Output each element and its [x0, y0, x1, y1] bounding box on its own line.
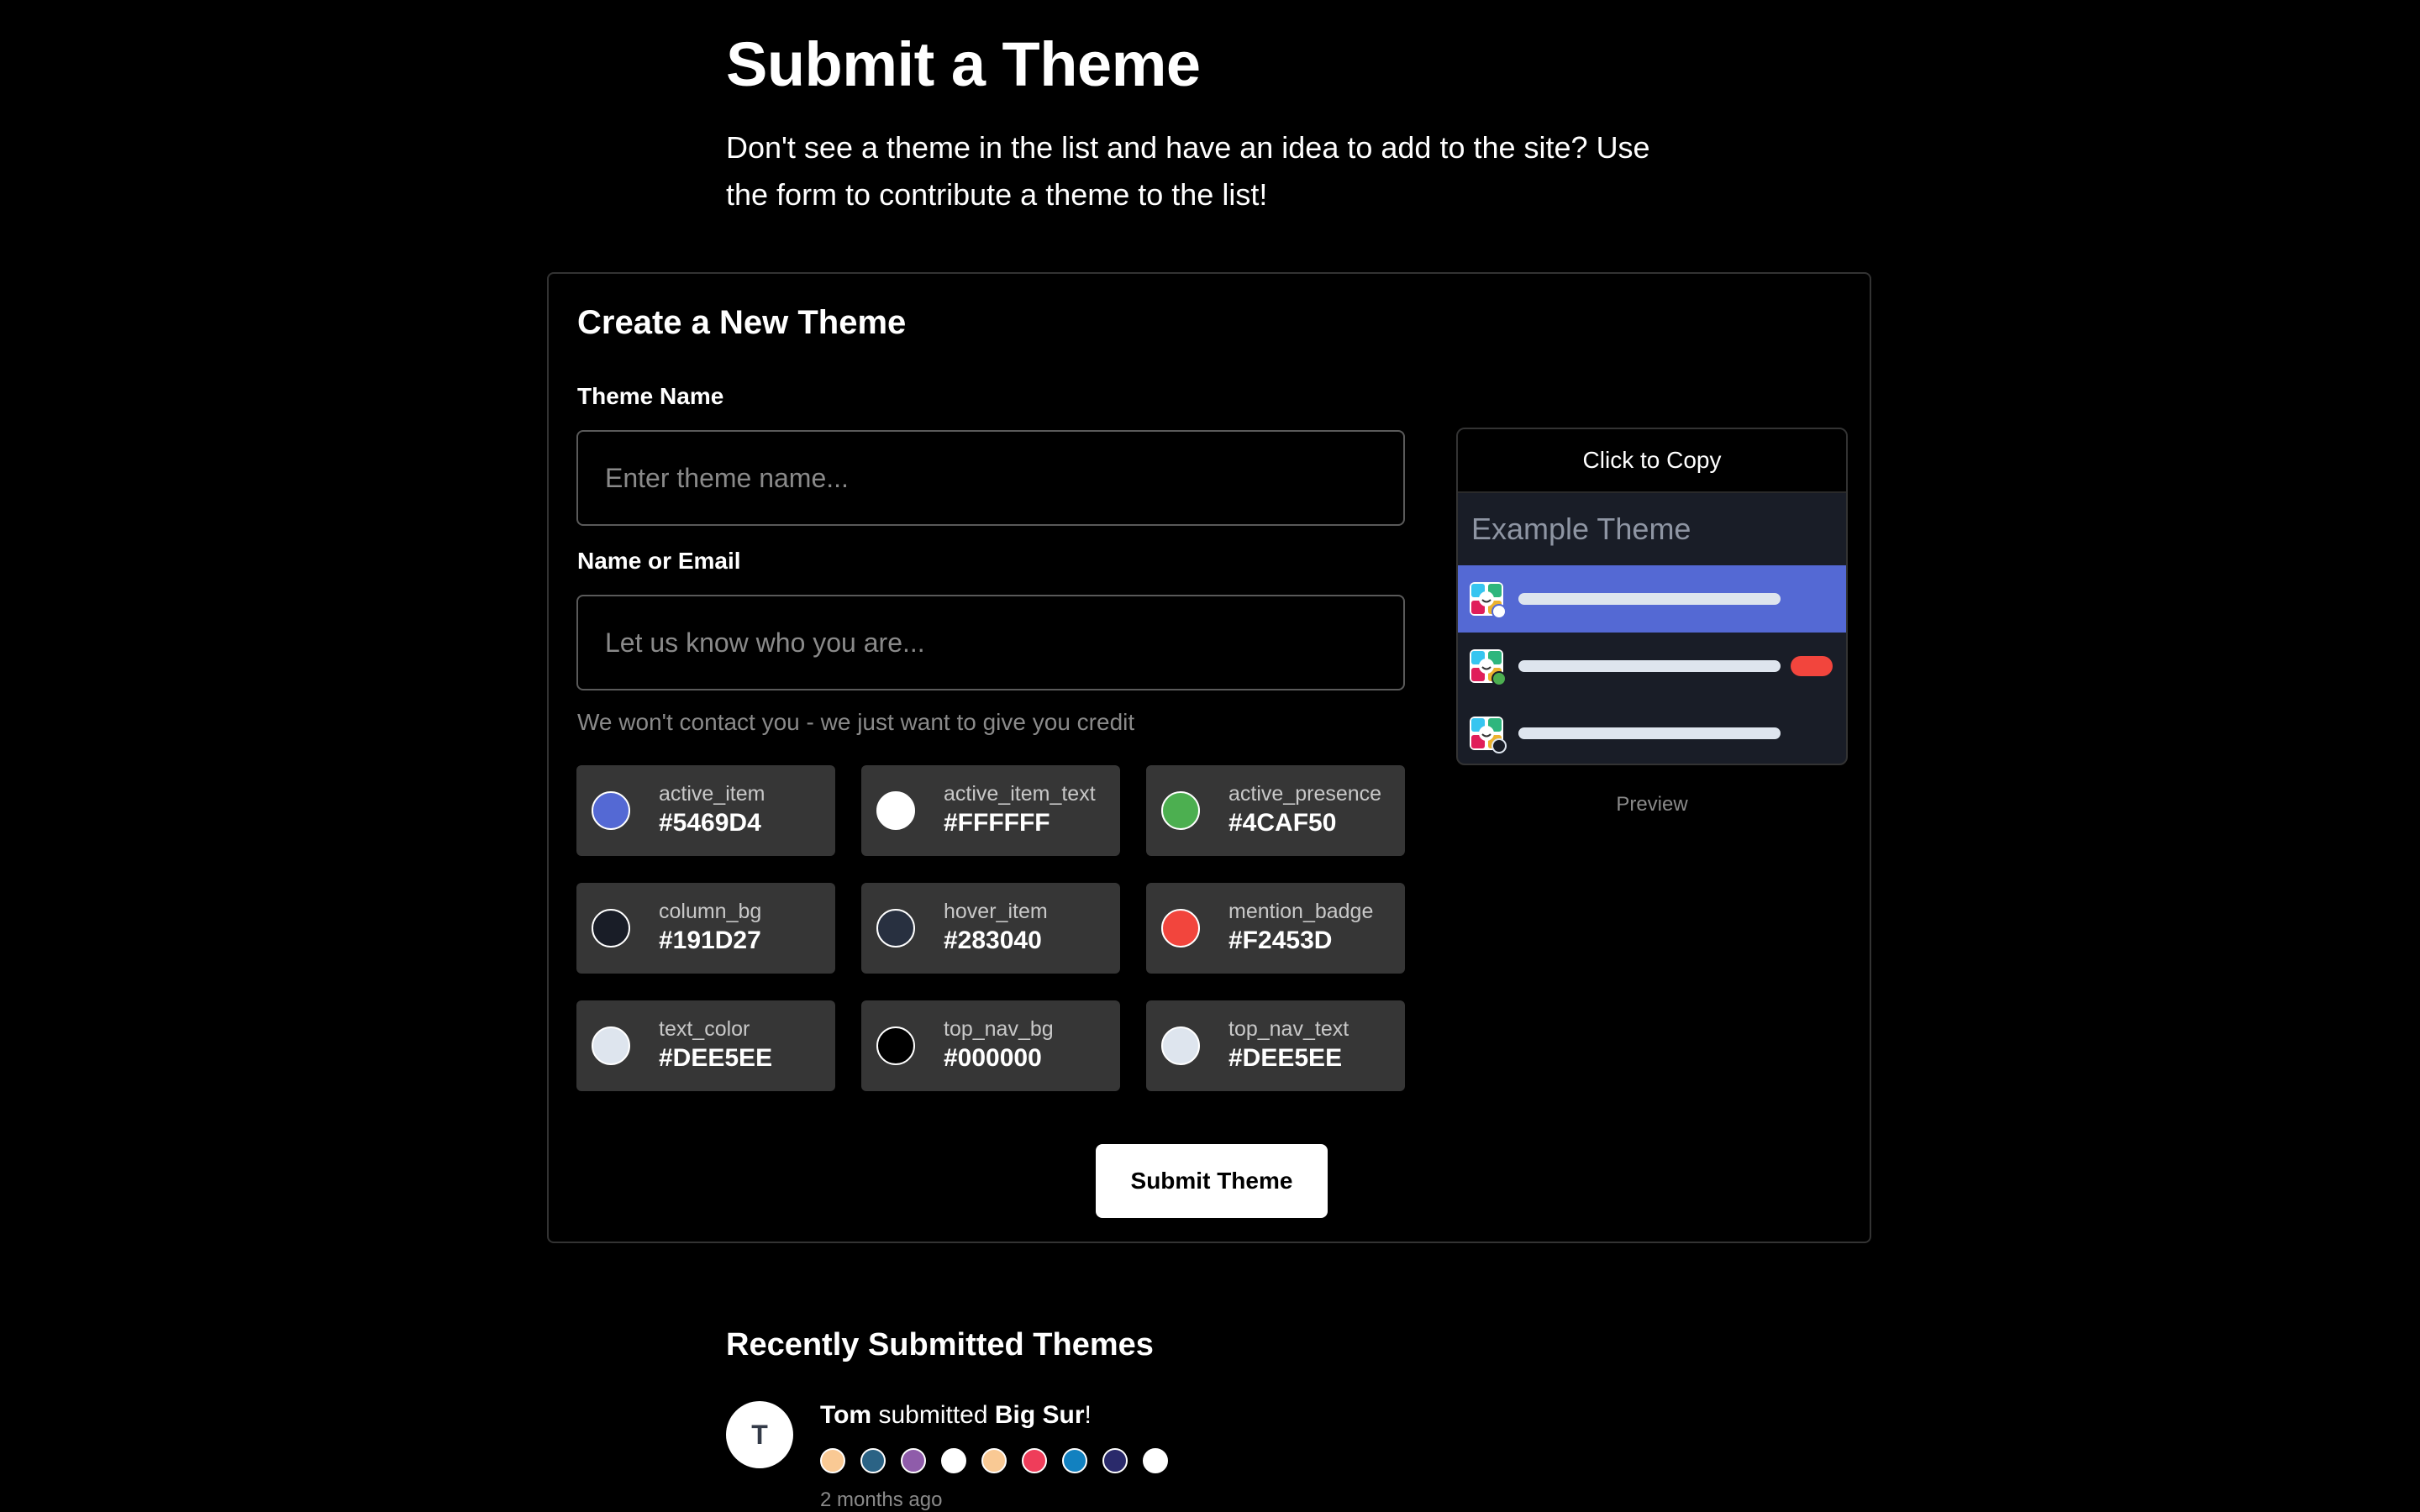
theme-name-input[interactable]: [576, 430, 1405, 526]
color-hex: #FFFFFF: [944, 809, 1050, 837]
theme-color-dot: [860, 1448, 886, 1473]
color-name: active_item: [659, 782, 765, 806]
color-picker-dot[interactable]: [876, 1026, 915, 1065]
submitted-time: 2 months ago: [820, 1488, 943, 1511]
preview-row-inactive: [1458, 700, 1846, 764]
slack-avatar-icon: [1470, 717, 1507, 753]
author-input[interactable]: [576, 595, 1405, 690]
color-name: column_bg: [659, 900, 762, 923]
color-hex: #191D27: [659, 927, 761, 954]
preview-theme-name: Example Theme: [1471, 512, 1691, 546]
color-swatch-column-bg[interactable]: column_bg #191D27: [576, 883, 835, 974]
active-presence-indicator: [1491, 671, 1507, 686]
preview-caption: Preview: [1616, 793, 1688, 816]
submitted-verb: submitted: [878, 1401, 988, 1429]
color-hex: #283040: [944, 927, 1042, 954]
color-swatch-hover-item[interactable]: hover_item #283040: [861, 883, 1120, 974]
preview-item-text-bar: [1518, 727, 1781, 739]
color-name: top_nav_text: [1228, 1017, 1349, 1041]
card-title: Create a New Theme: [577, 304, 907, 341]
create-theme-card: Create a New Theme Theme Name Name or Em…: [547, 272, 1871, 1243]
recent-themes-title: Recently Submitted Themes: [726, 1327, 1154, 1362]
theme-name-label: Theme Name: [577, 383, 724, 409]
color-swatches: active_item #5469D4 active_item_text #FFFFF…: [576, 765, 1405, 1091]
color-name: active_item_text: [944, 782, 1096, 806]
color-swatch-active-item-text[interactable]: active_item_text #FFFFFF: [861, 765, 1120, 856]
preview-row-active: [1458, 565, 1846, 633]
theme-color-dot: [1062, 1448, 1087, 1473]
recent-theme-colors: [820, 1448, 1168, 1473]
page-title: Submit a Theme: [726, 29, 1201, 99]
presence-indicator: [1491, 604, 1507, 619]
exclamation: !: [1084, 1401, 1092, 1429]
color-picker-dot[interactable]: [592, 1026, 630, 1065]
submitted-theme-name: Big Sur: [994, 1401, 1085, 1429]
color-name: mention_badge: [1228, 900, 1374, 923]
preview-item-text-bar: [1518, 660, 1781, 672]
author-label: Name or Email: [577, 548, 741, 574]
color-picker-dot[interactable]: [592, 791, 630, 830]
submit-theme-button[interactable]: Submit Theme: [1096, 1144, 1328, 1218]
color-swatch-text-color[interactable]: text_color #DEE5EE: [576, 1000, 835, 1091]
color-picker-dot[interactable]: [876, 909, 915, 948]
theme-preview[interactable]: Click to Copy Example Theme: [1456, 428, 1848, 765]
color-name: active_presence: [1228, 782, 1382, 806]
theme-color-dot: [1102, 1448, 1128, 1473]
color-picker-dot[interactable]: [1161, 791, 1200, 830]
color-name: text_color: [659, 1017, 750, 1041]
color-hex: #F2453D: [1228, 927, 1333, 954]
color-name: top_nav_bg: [944, 1017, 1054, 1041]
mention-badge: [1791, 656, 1833, 676]
color-swatch-top-nav-text[interactable]: top_nav_text #DEE5EE: [1146, 1000, 1405, 1091]
color-swatch-top-nav-bg[interactable]: top_nav_bg #000000: [861, 1000, 1120, 1091]
slack-avatar-icon: [1470, 582, 1507, 619]
color-swatch-active-item[interactable]: active_item #5469D4: [576, 765, 835, 856]
page-subtitle: Don't see a theme in the list and have a…: [726, 130, 1650, 212]
color-swatch-mention-badge[interactable]: mention_badge #F2453D: [1146, 883, 1405, 974]
color-hex: #5469D4: [659, 809, 761, 837]
author-hint: We won't contact you - we just want to g…: [577, 709, 1135, 735]
color-picker-dot[interactable]: [592, 909, 630, 948]
slack-avatar-icon: [1470, 649, 1507, 686]
preview-item-text-bar: [1518, 593, 1781, 605]
click-to-copy-header[interactable]: Click to Copy: [1458, 429, 1846, 493]
theme-color-dot: [941, 1448, 966, 1473]
color-hex: #4CAF50: [1228, 809, 1337, 837]
color-picker-dot[interactable]: [1161, 909, 1200, 948]
color-hex: #DEE5EE: [1228, 1044, 1343, 1072]
submitter-name: Tom: [820, 1401, 872, 1429]
theme-color-dot: [1022, 1448, 1047, 1473]
color-picker-dot[interactable]: [1161, 1026, 1200, 1065]
color-swatch-active-presence[interactable]: active_presence #4CAF50: [1146, 765, 1405, 856]
theme-color-dot: [901, 1448, 926, 1473]
color-hex: #000000: [944, 1044, 1042, 1072]
color-hex: #DEE5EE: [659, 1044, 773, 1072]
recent-theme-line: Tom submitted Big Sur!: [820, 1401, 1092, 1430]
theme-color-dot: [820, 1448, 845, 1473]
color-name: hover_item: [944, 900, 1048, 923]
away-presence-indicator: [1491, 738, 1507, 753]
avatar: T: [726, 1401, 793, 1468]
color-picker-dot[interactable]: [876, 791, 915, 830]
theme-color-dot: [981, 1448, 1007, 1473]
preview-row-mention: [1458, 633, 1846, 700]
theme-color-dot: [1143, 1448, 1168, 1473]
